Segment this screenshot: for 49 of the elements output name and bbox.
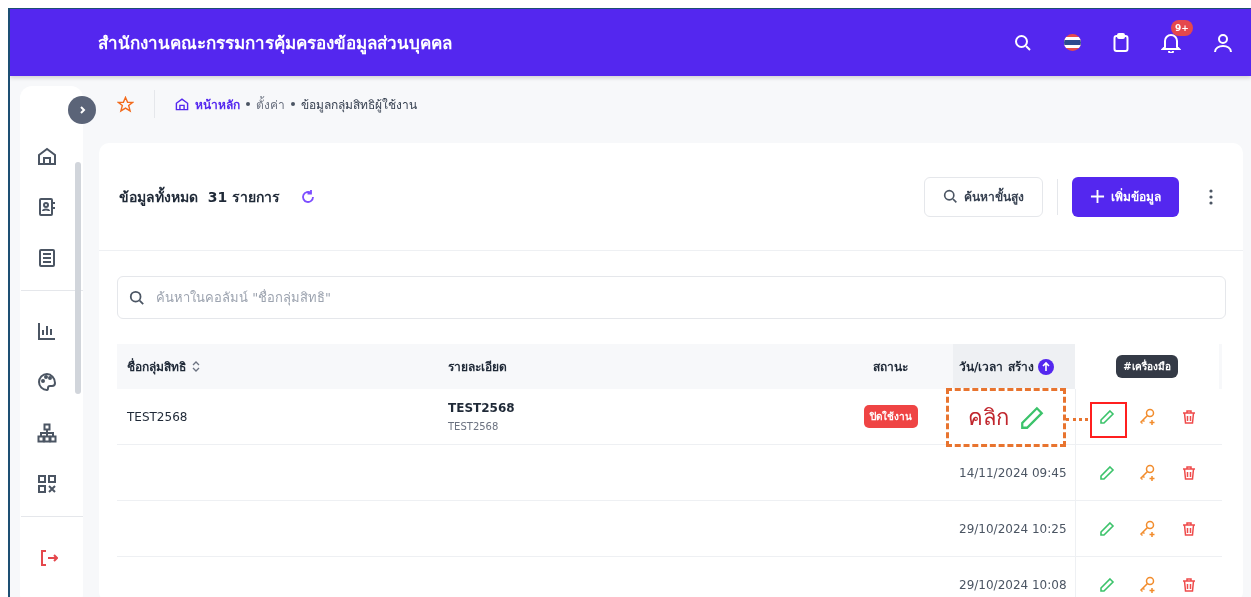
more-options-icon[interactable]: [1209, 188, 1213, 205]
logout-icon[interactable]: [39, 549, 58, 567]
breadcrumb-separator: [291, 102, 295, 106]
pencil-icon: [1018, 404, 1045, 431]
status-badge: ปิดใช้งาน: [863, 405, 918, 428]
sort-ascending-icon[interactable]: [1037, 358, 1054, 375]
expand-button[interactable]: [68, 96, 96, 124]
hierarchy-icon[interactable]: [36, 423, 57, 443]
qr-code-icon[interactable]: [36, 474, 57, 494]
plus-icon: [1090, 189, 1105, 204]
column-header[interactable]: สถานะ: [873, 357, 908, 376]
search-icon: [943, 189, 958, 204]
breadcrumb-separator: [246, 102, 250, 106]
record-count: ข้อมูลทั้งหมด 31 รายการ: [119, 185, 281, 208]
refresh-icon[interactable]: [300, 188, 317, 205]
table-cell: TEST2568: [127, 409, 188, 424]
column-search-field[interactable]: ค้นหาในคอลัมน์ "ชื่อกลุ่มสิทธิ": [117, 276, 1226, 319]
site-title: สำนักงานคณะกรรมการคุ้มครองข้อมูลส่วนบุคคล: [98, 32, 452, 56]
breadcrumb-current: ข้อมูลกลุ่มสิทธิผู้ใช้งาน: [301, 96, 417, 114]
bar-chart-icon[interactable]: [36, 321, 57, 341]
advanced-search-button[interactable]: ค้นหาขั้นสูง: [924, 176, 1043, 217]
table-cell: 14/11/2024 09:45: [959, 465, 1067, 480]
notification-icon[interactable]: [1161, 32, 1181, 53]
table-cell: TEST2568: [448, 401, 515, 415]
flag-icon[interactable]: [1064, 34, 1081, 51]
breadcrumb-home-link[interactable]: หน้าหลัก: [175, 94, 240, 114]
chevron-right-icon: [77, 105, 87, 115]
tools-tooltip: #เครื่องมือ: [1116, 355, 1178, 378]
table-cell: 29/10/2024 10:25: [959, 521, 1067, 536]
table-cell: TEST2568: [448, 421, 499, 432]
notification-badge: 9+: [1171, 20, 1193, 36]
search-icon[interactable]: [1014, 33, 1032, 52]
home-icon: [175, 97, 189, 111]
clipboard-icon[interactable]: [1113, 33, 1129, 52]
table-cell: 29/10/2024 10:08: [959, 577, 1067, 592]
sort-icon[interactable]: [192, 361, 200, 372]
column-header[interactable]: รายละเอียด: [448, 357, 507, 376]
user-icon[interactable]: [1213, 32, 1233, 53]
contact-book-icon[interactable]: [36, 197, 57, 217]
document-icon[interactable]: [36, 248, 57, 268]
favorite-star-icon[interactable]: [117, 95, 134, 113]
column-header[interactable]: ชื่อกลุ่มสิทธิ: [127, 357, 186, 376]
annotation-label: คลิก: [967, 404, 1009, 432]
highlight-frame: [1090, 402, 1127, 438]
home-icon[interactable]: [36, 146, 57, 166]
breadcrumb-link[interactable]: ตั้งค่า: [256, 94, 285, 114]
palette-icon[interactable]: [36, 372, 57, 392]
add-button[interactable]: เพิ่มข้อมูล: [1072, 176, 1179, 217]
sidebar-scrollbar[interactable]: [75, 162, 81, 394]
